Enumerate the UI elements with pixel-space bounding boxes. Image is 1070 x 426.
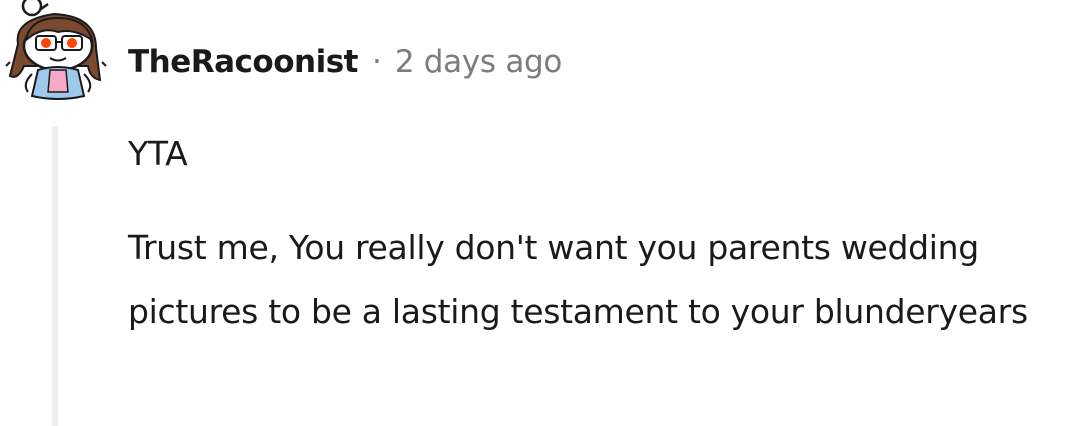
comment-body: YTA Trust me, You really don't want you … <box>128 122 1048 344</box>
timestamp[interactable]: 2 days ago <box>395 44 563 80</box>
comment-meta: TheRacoonist · 2 days ago <box>128 40 562 84</box>
comment-paragraph: Trust me, You really don't want you pare… <box>128 228 1028 331</box>
username-link[interactable]: TheRacoonist <box>128 44 358 80</box>
thread-line[interactable] <box>52 126 58 426</box>
comment: TheRacoonist · 2 days ago YTA Trust me, … <box>0 0 1070 426</box>
user-avatar-icon[interactable] <box>4 0 112 104</box>
comment-paragraph: YTA <box>128 134 188 173</box>
meta-separator: · <box>371 44 382 80</box>
